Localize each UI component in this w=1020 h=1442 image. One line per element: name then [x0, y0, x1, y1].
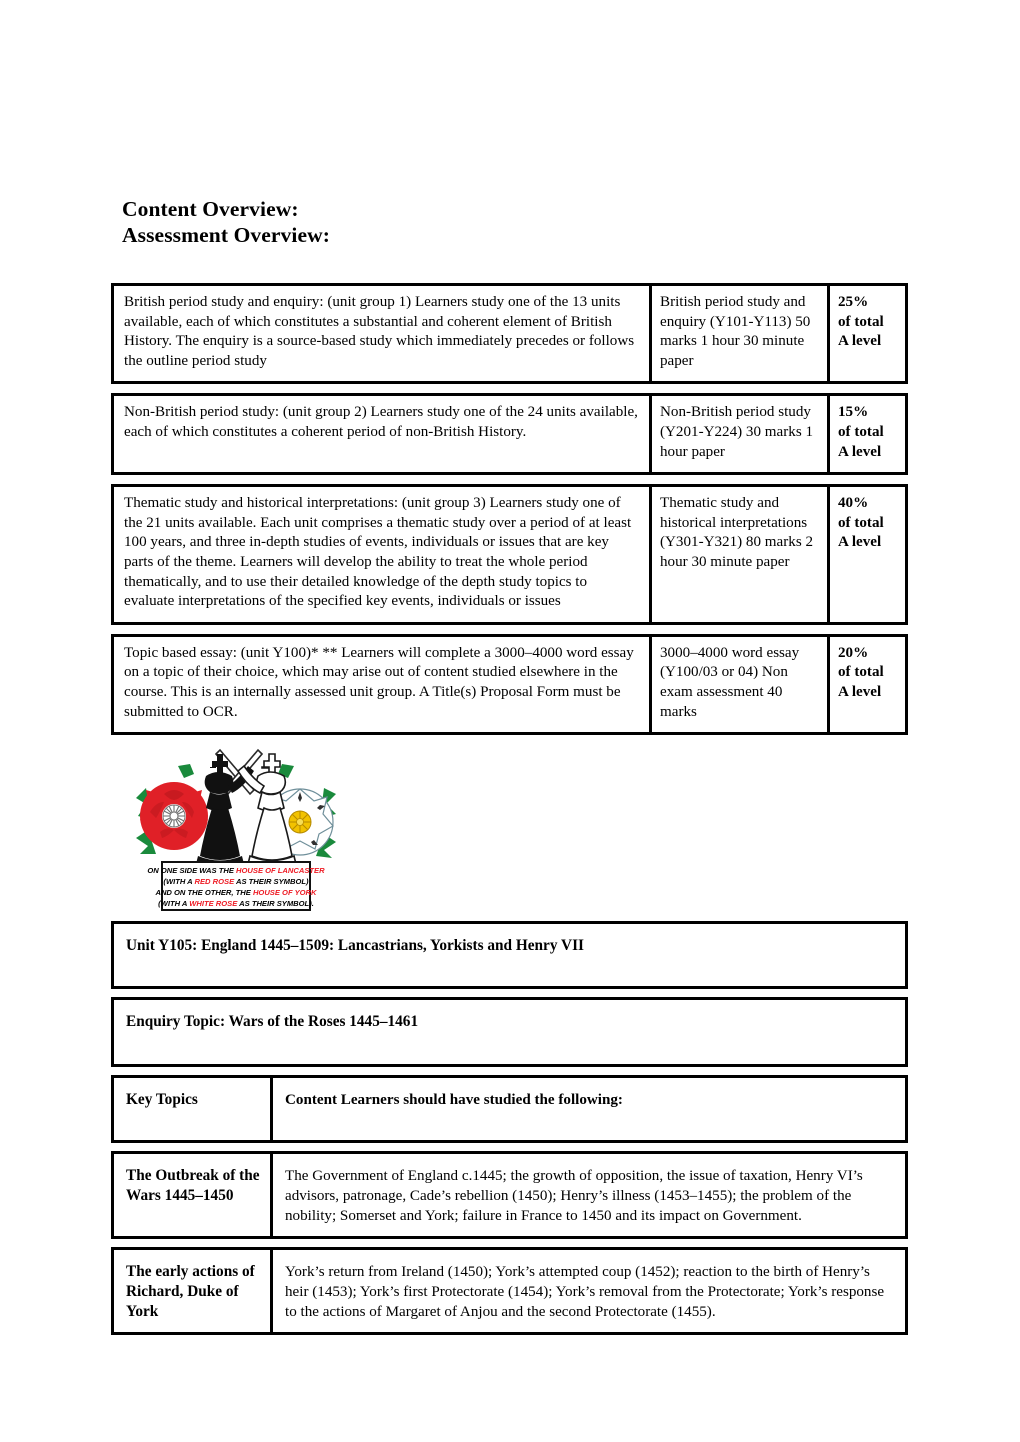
- assessment-detail-cell: 3000–4000 word essay (Y100/03 or 04) Non…: [652, 636, 830, 733]
- weight-a-level: A level: [838, 534, 882, 551]
- enquiry-topic-row: Enquiry Topic: Wars of the Roses 1445–14…: [111, 997, 908, 1067]
- assessment-detail-cell: British period study and enquiry (Y101-Y…: [652, 286, 830, 382]
- wars-of-the-roses-illustration: ON ONE SIDE WAS THE HOUSE OF LANCASTER (…: [128, 742, 344, 914]
- weight-percent: 40%: [838, 495, 869, 512]
- page-title: Content Overview: Assessment Overview:: [122, 196, 722, 248]
- key-topic-content-cell: The Government of England c.1445; the gr…: [285, 1168, 863, 1224]
- svg-text:AND ON THE OTHER, THE HOUSE OF: AND ON THE OTHER, THE HOUSE OF YORK: [154, 888, 317, 897]
- weight-a-level: A level: [838, 443, 882, 460]
- weighting-cell: 15% of total A level: [830, 396, 905, 472]
- assessment-detail-cell: Thematic study and historical interpreta…: [652, 487, 830, 622]
- table-row: The Outbreak of the Wars 1445–1450 The G…: [111, 1151, 908, 1239]
- key-topic-content-cell: York’s return from Ireland (1450); York’…: [285, 1264, 885, 1320]
- unit-detail-table: Unit Y105: England 1445–1509: Lancastria…: [111, 921, 908, 1335]
- table-row: The early actions of Richard, Duke of Yo…: [111, 1247, 908, 1335]
- weighting-cell: 40% of total A level: [830, 487, 905, 622]
- weighting-cell: 25% of total A level: [830, 286, 905, 381]
- table-row: Thematic study and historical interpreta…: [111, 484, 908, 625]
- key-topic-cell: The early actions of Richard, Duke of Yo…: [114, 1250, 273, 1332]
- weight-a-level: A level: [838, 683, 882, 700]
- svg-text:ON ONE SIDE WAS THE HOUSE OF L: ON ONE SIDE WAS THE HOUSE OF LANCASTER: [147, 866, 325, 875]
- weight-percent: 15%: [838, 404, 869, 421]
- weight-of-total: of total: [838, 313, 884, 330]
- assessment-overview-table: British period study and enquiry: (unit …: [111, 283, 908, 736]
- unit-title-row: Unit Y105: England 1445–1509: Lancastria…: [111, 921, 908, 989]
- enquiry-topic-cell: Enquiry Topic: Wars of the Roses 1445–14…: [126, 1013, 419, 1030]
- weight-percent: 25%: [838, 294, 869, 310]
- assessment-detail-cell: Non-British period study (Y201-Y224) 30 …: [652, 396, 830, 473]
- content-overview-heading: Content Overview:: [122, 197, 299, 221]
- key-topic-cell: The Outbreak of the Wars 1445–1450: [114, 1154, 273, 1236]
- document-page: Content Overview: Assessment Overview: B…: [0, 0, 1020, 1442]
- unit-description-cell: Thematic study and historical interpreta…: [114, 487, 652, 622]
- weight-percent: 20%: [838, 644, 869, 661]
- assessment-overview-heading: Assessment Overview:: [122, 223, 330, 247]
- table-header-row: Key Topics Content Learners should have …: [111, 1075, 908, 1143]
- unit-description-cell: British period study and enquiry: (unit …: [114, 286, 652, 382]
- table-row: British period study and enquiry: (unit …: [111, 283, 908, 385]
- weighting-cell: 20% of total A level: [830, 637, 905, 732]
- svg-text:(WITH A WHITE ROSE AS THEIR SY: (WITH A WHITE ROSE AS THEIR SYMBOL).: [158, 899, 314, 908]
- content-header: Content Learners should have studied the…: [285, 1092, 623, 1108]
- table-row: Non-British period study: (unit group 2)…: [111, 393, 908, 476]
- weight-of-total: of total: [838, 514, 884, 531]
- unit-title-cell: Unit Y105: England 1445–1509: Lancastria…: [126, 937, 584, 954]
- svg-text:(WITH A RED ROSE AS THEIR SYMB: (WITH A RED ROSE AS THEIR SYMBOL): [163, 877, 309, 886]
- key-topics-header: Key Topics: [114, 1078, 273, 1140]
- unit-description-cell: Topic based essay: (unit Y100)* ** Learn…: [114, 636, 652, 733]
- weight-of-total: of total: [838, 664, 884, 681]
- weight-a-level: A level: [838, 333, 882, 350]
- unit-description-cell: Non-British period study: (unit group 2)…: [114, 396, 652, 473]
- table-row: Topic based essay: (unit Y100)* ** Learn…: [111, 633, 908, 736]
- weight-of-total: of total: [838, 423, 884, 440]
